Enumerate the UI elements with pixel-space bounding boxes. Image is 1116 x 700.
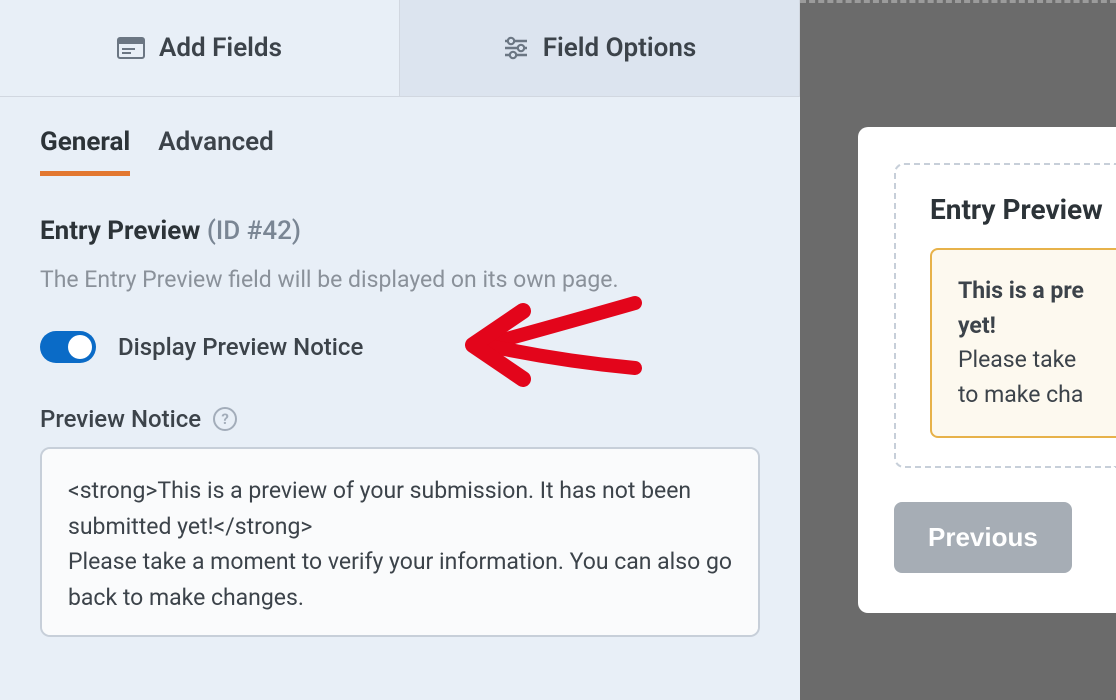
top-tabs: Add Fields Field Options xyxy=(0,0,800,97)
preview-notice-textarea[interactable] xyxy=(40,447,760,637)
preview-notice-box: This is a pre yet! Please take to make c… xyxy=(930,248,1116,438)
add-fields-icon xyxy=(117,37,145,59)
field-id: (ID #42) xyxy=(207,216,301,246)
form-preview-area: Entry Preview This is a pre yet! Please … xyxy=(800,0,1116,700)
display-preview-notice-label: Display Preview Notice xyxy=(118,333,363,361)
tab-field-options-label: Field Options xyxy=(543,33,697,63)
notice-bold-line1: This is a pre xyxy=(958,274,1116,309)
subtab-advanced[interactable]: Advanced xyxy=(158,127,274,176)
preview-notice-label: Preview Notice xyxy=(40,405,201,433)
arrow-annotation xyxy=(465,293,645,397)
field-title: Entry Preview (ID #42) xyxy=(40,216,760,246)
tab-add-fields-label: Add Fields xyxy=(159,33,282,63)
sub-tabs: General Advanced xyxy=(0,97,800,176)
notice-line2: to make cha xyxy=(958,378,1116,413)
help-icon[interactable]: ? xyxy=(213,407,237,431)
preview-heading: Entry Preview xyxy=(930,193,1116,226)
tab-add-fields[interactable]: Add Fields xyxy=(0,0,399,96)
field-title-text: Entry Preview xyxy=(40,216,200,246)
preview-card: Entry Preview This is a pre yet! Please … xyxy=(858,127,1116,613)
field-options-icon xyxy=(503,36,529,60)
display-preview-notice-toggle[interactable] xyxy=(40,331,96,363)
tab-field-options[interactable]: Field Options xyxy=(399,0,800,96)
subtab-general[interactable]: General xyxy=(40,127,130,176)
preview-field-container: Entry Preview This is a pre yet! Please … xyxy=(894,163,1116,468)
notice-bold-line2: yet! xyxy=(958,309,1116,344)
field-description: The Entry Preview field will be displaye… xyxy=(40,266,760,293)
previous-button[interactable]: Previous xyxy=(894,502,1072,573)
notice-line1: Please take xyxy=(958,343,1116,378)
